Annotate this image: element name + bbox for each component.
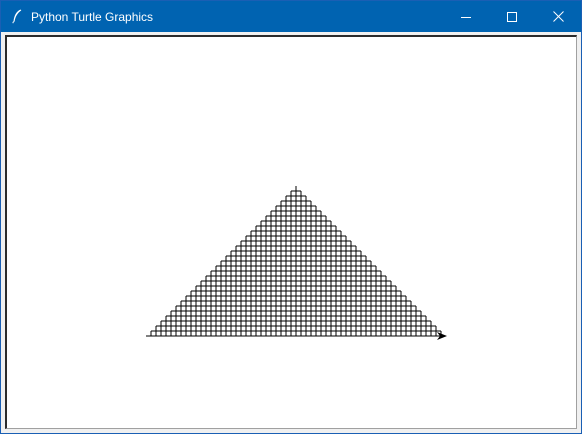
maximize-icon	[507, 11, 517, 22]
window-title: Python Turtle Graphics	[31, 10, 154, 24]
maximize-button[interactable]	[489, 1, 535, 32]
minimize-icon	[461, 12, 471, 22]
title-bar[interactable]: Python Turtle Graphics	[1, 1, 581, 32]
close-button[interactable]	[535, 1, 581, 32]
staircase-triangle-grid	[146, 186, 446, 337]
grid-lines	[146, 186, 446, 337]
close-icon	[552, 11, 564, 22]
minimize-button[interactable]	[443, 1, 489, 32]
turtle-canvas-area[interactable]	[5, 35, 577, 429]
turtle-drawing	[146, 186, 447, 340]
feather-quill-icon	[10, 8, 24, 24]
turtle-window: Python Turtle Graphics	[0, 0, 582, 434]
